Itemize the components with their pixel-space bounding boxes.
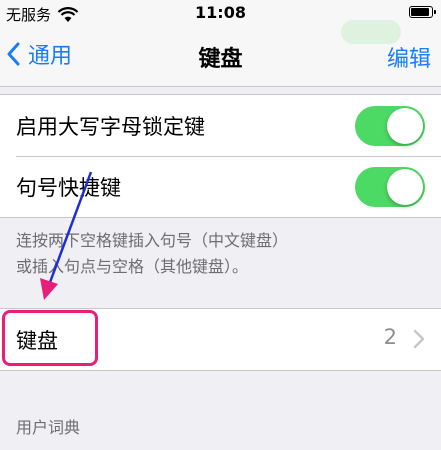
annotation-arrow [40, 171, 93, 300]
user-dictionary-header: 用户词典 [16, 418, 81, 437]
